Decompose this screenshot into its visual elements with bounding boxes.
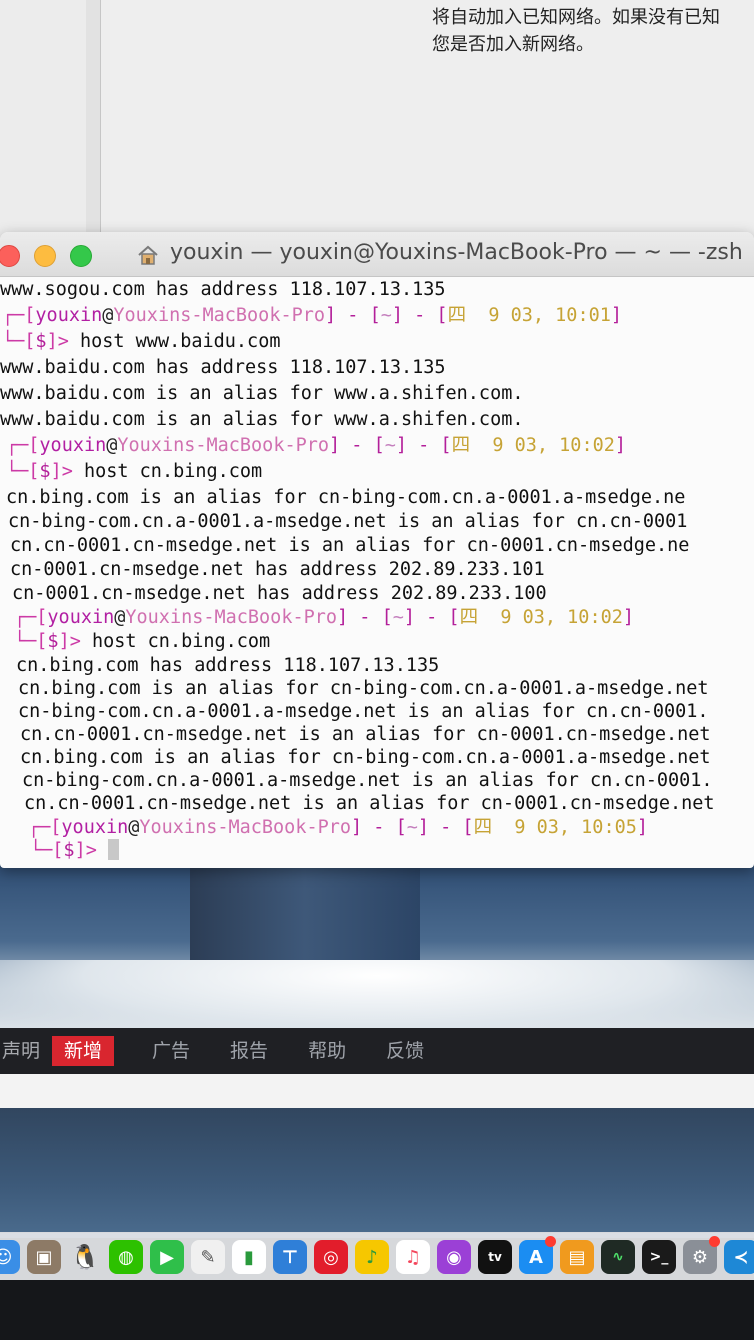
output-line: cn-0001.cn-msedge.net has address 202.89… [12, 583, 547, 604]
prompt-command-line: └─[$]> host www.baidu.com [2, 331, 281, 352]
wechat-icon[interactable]: ◍ [109, 1240, 143, 1274]
qq-music-icon[interactable]: ♪ [355, 1240, 389, 1274]
output-line: cn.cn-0001.cn-msedge.net is an alias for… [24, 793, 715, 814]
home-icon [138, 245, 158, 265]
qq-icon[interactable]: 🐧 [68, 1240, 102, 1274]
nav-link-ads[interactable]: 广告 [132, 1036, 210, 1066]
nav-link-report[interactable]: 报告 [210, 1036, 288, 1066]
prompt-user: youxin [35, 305, 103, 326]
prompt-host: Youxins-MacBook-Pro [125, 607, 338, 628]
output-line: www.sogou.com has address 118.107.13.135 [0, 279, 446, 300]
keynote-icon[interactable]: ⊤ [273, 1240, 307, 1274]
prompt-info-line: ┌─[youxin@Youxins-MacBook-Pro] - [~] - [… [6, 435, 626, 456]
books-icon[interactable]: ▤ [560, 1240, 594, 1274]
notification-badge [709, 1236, 720, 1247]
output-line: cn.bing.com is an alias for cn-bing-com.… [20, 747, 711, 768]
text-cursor [107, 839, 119, 860]
desktop-wallpaper [0, 1108, 754, 1238]
prompt-info-line: ┌─[youxin@Youxins-MacBook-Pro] - [~] - [… [2, 305, 622, 326]
command-text: host cn.bing.com [83, 461, 263, 482]
output-line: www.baidu.com is an alias for www.a.shif… [0, 409, 524, 430]
prompt-user: youxin [39, 435, 107, 456]
close-window-button[interactable] [0, 245, 20, 267]
prefs-sidebar [0, 0, 87, 250]
prompt-user: youxin [61, 817, 129, 838]
output-line: cn-bing-com.cn.a-0001.a-msedge.net is an… [22, 770, 713, 791]
prompt-dir: ~ [406, 817, 418, 838]
prompt-dollar: $ [47, 631, 59, 652]
prompt-info-line: ┌─[youxin@Youxins-MacBook-Pro] - [~] - [… [28, 817, 648, 838]
prompt-dir: ~ [380, 305, 392, 326]
system-preferences-icon[interactable]: ⚙ [683, 1236, 720, 1274]
notification-badge [545, 1236, 556, 1247]
browser-bottom-strip [0, 1074, 754, 1108]
numbers-icon[interactable]: ▮ [232, 1240, 266, 1274]
package-icon[interactable]: ▣ [27, 1240, 61, 1274]
prompt-info-line: ┌─[youxin@Youxins-MacBook-Pro] - [~] - [… [14, 607, 634, 628]
prompt-date: 四 9 03, 10:02 [451, 435, 615, 456]
monitor-bezel [0, 1280, 754, 1340]
output-line: cn.bing.com is an alias for cn-bing-com.… [18, 678, 709, 699]
output-line: cn-bing-com.cn.a-0001.a-msedge.net is an… [8, 511, 688, 532]
prefs-sidebar-divider [86, 0, 101, 250]
output-line: www.baidu.com has address 118.107.13.135 [0, 357, 446, 378]
terminal-output[interactable]: www.sogou.com has address 118.107.13.135… [0, 278, 754, 868]
terminal-window[interactable]: youxin — youxin@Youxins-MacBook-Pro — ~ … [0, 232, 754, 868]
podcasts-icon[interactable]: ◉ [437, 1240, 471, 1274]
prompt-command-line: └─[$]> host cn.bing.com [14, 631, 271, 652]
network-preferences-window: 将自动加入已知网络。如果没有已知 您是否加入新网络。 [0, 0, 754, 250]
nav-link-help[interactable]: 帮助 [288, 1036, 366, 1066]
output-line: cn-0001.cn-msedge.net has address 202.89… [10, 559, 545, 580]
macos-dock: ☺ ▣ 🐧 ◍ ▶ ✎ ▮ ⊤ ◎ ♪ ♫ ◉ tv A ▤ ∿ >_ ⚙ ≺ [0, 1232, 754, 1281]
finder-icon[interactable]: ☺ [0, 1240, 20, 1274]
browser-footer-nav: 声明 新增 广告 报告 帮助 反馈 [0, 1028, 754, 1074]
prompt-dollar: $ [63, 840, 75, 861]
output-line: cn.cn-0001.cn-msedge.net is an alias for… [10, 535, 690, 556]
vscode-icon[interactable]: ≺ [724, 1240, 754, 1274]
terminal-titlebar[interactable]: youxin — youxin@Youxins-MacBook-Pro — ~ … [0, 232, 754, 277]
prompt-at: @ [114, 607, 126, 628]
minimize-window-button[interactable] [34, 245, 56, 267]
command-text: host www.baidu.com [79, 331, 281, 352]
nav-link-statement[interactable]: 声明 [0, 1036, 52, 1066]
terminal-title: youxin — youxin@Youxins-MacBook-Pro — ~ … [170, 240, 743, 265]
apple-tv-icon[interactable]: tv [478, 1240, 512, 1274]
output-line: cn-bing-com.cn.a-0001.a-msedge.net is an… [18, 701, 709, 722]
nav-link-new[interactable]: 新增 [52, 1036, 115, 1066]
facetime-icon[interactable]: ▶ [150, 1240, 184, 1274]
prompt-dir: ~ [384, 435, 396, 456]
prompt-host: Youxins-MacBook-Pro [139, 817, 352, 838]
network-notice-line-2: 您是否加入新网络。 [432, 34, 594, 55]
prompt-dollar: $ [39, 461, 51, 482]
prompt-dollar: $ [35, 331, 47, 352]
prompt-date: 四 9 03, 10:01 [447, 305, 611, 326]
terminal-icon[interactable]: >_ [642, 1240, 676, 1274]
prompt-host: Youxins-MacBook-Pro [117, 435, 330, 456]
music-icon[interactable]: ♫ [396, 1240, 430, 1274]
activity-monitor-icon[interactable]: ∿ [601, 1240, 635, 1274]
prompt-at: @ [106, 435, 118, 456]
output-line: www.baidu.com is an alias for www.a.shif… [0, 383, 524, 404]
prompt-at: @ [128, 817, 140, 838]
app-store-icon[interactable]: A [519, 1236, 556, 1274]
prompt-date: 四 9 03, 10:05 [473, 817, 637, 838]
nav-link-feedback[interactable]: 反馈 [366, 1036, 444, 1066]
prompt-command-line: └─[$]> host cn.bing.com [6, 461, 263, 482]
prompt-user: youxin [47, 607, 115, 628]
prompt-date: 四 9 03, 10:02 [459, 607, 623, 628]
network-notice-text: 将自动加入已知网络。如果没有已知 您是否加入新网络。 [432, 4, 754, 58]
prompt-command-line[interactable]: └─[$]> [30, 839, 119, 863]
network-notice-line-1: 将自动加入已知网络。如果没有已知 [432, 7, 720, 28]
zoom-window-button[interactable] [70, 245, 92, 267]
netease-music-icon[interactable]: ◎ [314, 1240, 348, 1274]
output-line: cn.bing.com is an alias for cn-bing-com.… [6, 487, 686, 508]
output-line: cn.bing.com has address 118.107.13.135 [16, 655, 440, 676]
prompt-at: @ [102, 305, 114, 326]
prompt-host: Youxins-MacBook-Pro [113, 305, 326, 326]
output-line: cn.cn-0001.cn-msedge.net is an alias for… [20, 724, 711, 745]
command-text: host cn.bing.com [91, 631, 271, 652]
text-edit-icon[interactable]: ✎ [191, 1240, 225, 1274]
prompt-dir: ~ [392, 607, 404, 628]
